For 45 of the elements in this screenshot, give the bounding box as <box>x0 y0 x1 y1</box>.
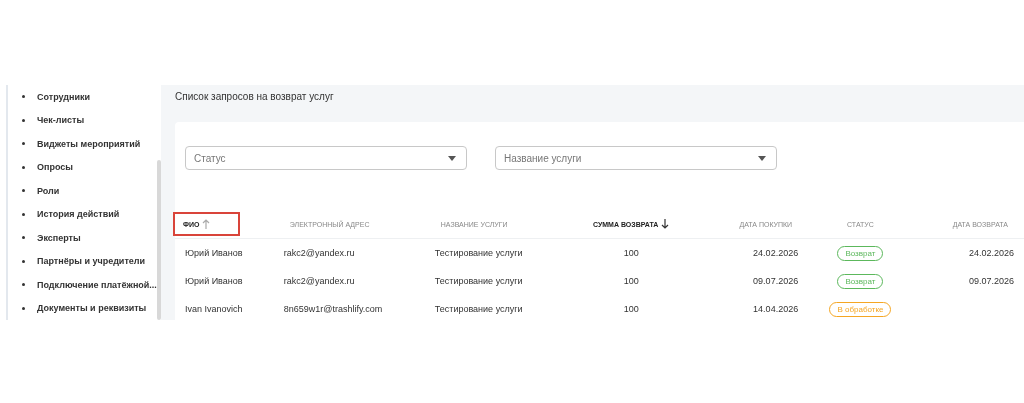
sidebar-item[interactable]: Опросы <box>37 162 73 173</box>
scrollbar[interactable] <box>156 160 161 320</box>
table-cell: 24.02.2026 <box>753 248 799 258</box>
table-cell: rakc2@yandex.ru <box>283 276 355 286</box>
table-cell: 24.02.2026 <box>968 248 1014 258</box>
table-cell: Юрий Иванов <box>185 276 243 286</box>
filter-dropdown[interactable]: Статус <box>185 146 467 170</box>
table-cell: Тестирование услуги <box>434 276 523 286</box>
table-cell: 100 <box>623 276 639 286</box>
table-cell: 8n659w1r@trashlify.com <box>283 304 383 314</box>
page-title: Список запросов на возврат услуг <box>175 91 335 102</box>
filter-dropdown[interactable]: Название услуги <box>495 146 777 170</box>
table-cell: 14.04.2026 <box>753 304 799 314</box>
table-cell: 100 <box>623 304 639 314</box>
bullet-icon <box>22 142 25 146</box>
bullet-icon <box>22 236 25 240</box>
table-cell: Ivan Ivanovich <box>185 304 243 314</box>
table-cell: 09.07.2026 <box>753 276 799 286</box>
sidebar-item[interactable]: Партнёры и учредители <box>37 256 146 267</box>
table-cell: Тестирование услуги <box>434 304 523 314</box>
bullet-icon <box>22 306 25 310</box>
arrow-up-icon <box>202 219 211 229</box>
table-cell: Тестирование услуги <box>434 248 523 258</box>
sidebar-item[interactable]: Подключение платёжной... <box>37 279 157 290</box>
arrow-down-icon <box>661 219 670 229</box>
bullet-icon <box>22 165 25 169</box>
table-cell: rakc2@yandex.ru <box>283 248 355 258</box>
sidebar-item[interactable]: Роли <box>37 185 60 196</box>
bullet-icon <box>22 118 25 122</box>
bullet-icon <box>22 95 25 99</box>
sidebar-item[interactable]: Виджеты мероприятий <box>37 138 141 149</box>
caret-icon <box>758 155 766 161</box>
sidebar-item[interactable]: Сотрудники <box>37 91 91 102</box>
sidebar-item[interactable]: Эксперты <box>37 232 81 243</box>
bullet-icon <box>22 212 25 216</box>
bullet-icon <box>22 189 25 193</box>
bullet-icon <box>22 259 25 263</box>
sidebar-item[interactable]: Чек-листы <box>37 115 85 126</box>
sidebar-item[interactable]: История действий <box>37 209 120 220</box>
table-cell: 100 <box>623 248 639 258</box>
sidebar-item[interactable]: Документы и реквизиты <box>37 303 147 314</box>
table-cell: Юрий Иванов <box>185 248 243 258</box>
caret-icon <box>448 155 456 161</box>
bullet-icon <box>22 283 25 287</box>
table-cell: 09.07.2026 <box>968 276 1014 286</box>
